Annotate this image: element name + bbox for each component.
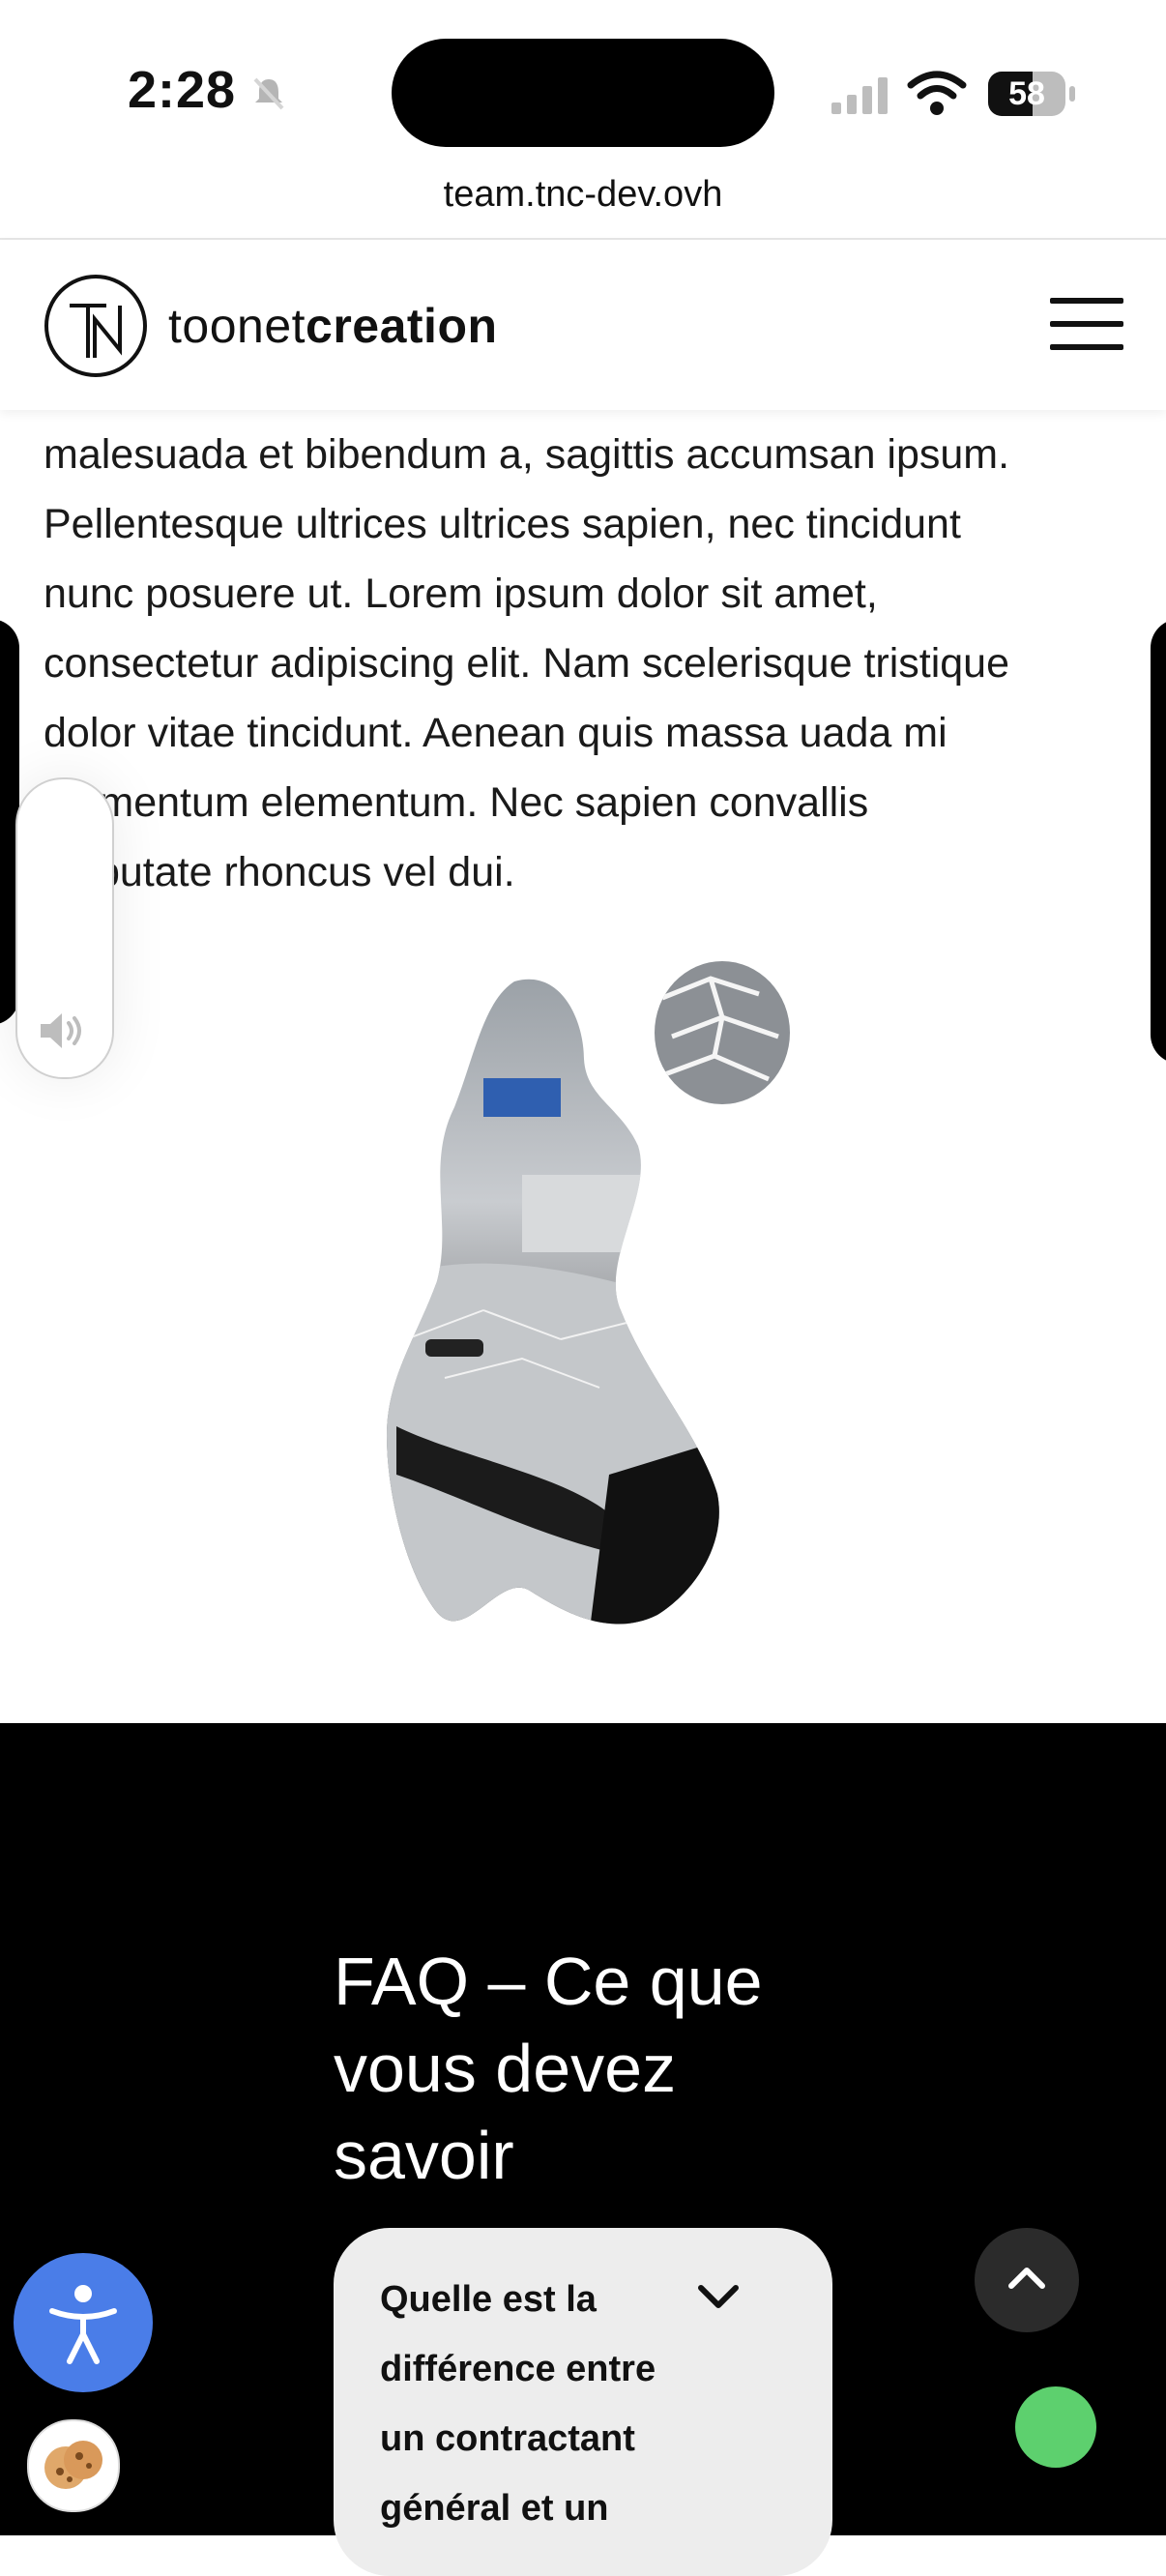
article-line: vulputate rhoncus vel dui. — [44, 849, 515, 895]
cookie-consent-button[interactable] — [27, 2419, 120, 2512]
article-body: malesuada et bibendum a, sagittis accums… — [44, 420, 1136, 907]
accessibility-icon — [49, 2285, 117, 2364]
battery-level: 58 — [1008, 75, 1045, 112]
accessibility-button[interactable] — [14, 2253, 153, 2392]
site-header: toonetcreation — [0, 240, 1166, 410]
text-to-speech-widget[interactable] — [15, 777, 114, 1079]
bell-muted-icon — [253, 77, 284, 110]
faq-title: FAQ – Ce que vous devez savoir — [334, 1944, 763, 2193]
battery-icon: 58 — [988, 72, 1075, 116]
dynamic-island — [392, 39, 774, 147]
article-line: Pellentesque ultrices ultrices sapien, n… — [44, 501, 961, 547]
article-line: dolor vitae tincidunt. Aenean quis massa… — [44, 710, 947, 756]
decorative-shape — [1151, 619, 1166, 1064]
wifi-icon — [907, 71, 967, 115]
article-line: nunc posuere ut. Lorem ipsum dolor sit a… — [44, 571, 878, 617]
status-bar: 2:28 58 team.tnc-dev.ovh — [0, 0, 1166, 215]
brand-wordmark[interactable]: toonetcreation — [168, 298, 498, 354]
chat-status-indicator[interactable] — [1015, 2386, 1096, 2468]
article-line: malesuada et bibendum a, sagittis accums… — [44, 431, 1010, 478]
article-line: consectetur adipiscing elit. Nam sceleri… — [44, 640, 1010, 687]
faq-section: FAQ – Ce que vous devez savoir Quelle es… — [0, 1723, 1166, 2576]
article-line: elementum elementum. Nec sapien convalli… — [44, 779, 869, 826]
cellular-signal-icon — [831, 77, 888, 114]
chevron-down-icon[interactable] — [695, 2282, 742, 2311]
chevron-up-icon — [1008, 2268, 1045, 2289]
tn-logo-icon[interactable] — [43, 273, 149, 379]
speaker-icon[interactable] — [37, 1010, 91, 1052]
hamburger-menu-icon[interactable] — [1050, 298, 1123, 352]
faq-item[interactable]: Quelle est la différence entre un contra… — [334, 2228, 832, 2576]
cookie-icon — [44, 2441, 102, 2489]
faq-question[interactable]: Quelle est la différence entre un contra… — [380, 2265, 689, 2543]
address-bar-url[interactable]: team.tnc-dev.ovh — [0, 174, 1166, 216]
garage-ceiling-photo — [655, 961, 790, 1104]
clock-time: 2:28 — [128, 61, 237, 119]
brand-wordmark-light: toonet — [168, 299, 306, 353]
brand-wordmark-bold: creation — [306, 299, 498, 353]
scroll-to-top-button[interactable] — [975, 2228, 1079, 2332]
